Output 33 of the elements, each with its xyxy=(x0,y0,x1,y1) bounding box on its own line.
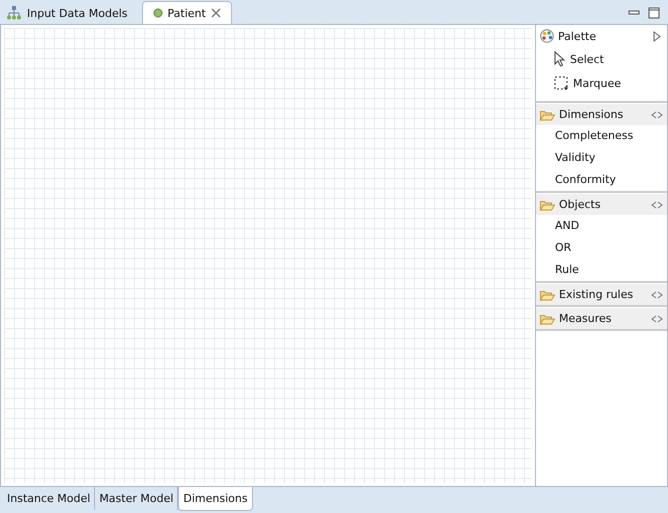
palette-icon xyxy=(540,29,554,43)
drawer-header[interactable]: Objects xyxy=(536,194,667,215)
pin-icon[interactable] xyxy=(651,200,663,208)
pin-icon[interactable] xyxy=(651,314,663,322)
folder-icon xyxy=(540,288,555,300)
drawer-header[interactable]: Dimensions xyxy=(536,104,667,125)
folder-icon xyxy=(540,108,555,120)
triangle-icon[interactable] xyxy=(653,30,661,42)
folder-icon xyxy=(540,198,555,210)
folder-icon xyxy=(540,312,555,324)
palette-item[interactable]: Conformity xyxy=(536,169,667,191)
palette-tool[interactable]: Select xyxy=(536,47,667,71)
page-tab[interactable]: Dimensions xyxy=(178,487,253,511)
drawer-header[interactable]: Measures xyxy=(536,308,667,329)
editor-tab[interactable]: Input Data Models xyxy=(2,2,136,24)
pointer-icon xyxy=(554,51,566,67)
hierarchy-icon xyxy=(6,6,22,20)
palette-item[interactable]: Completeness xyxy=(536,125,667,147)
palette-item[interactable]: Rule xyxy=(536,259,667,281)
palette-item[interactable]: OR xyxy=(536,237,667,259)
pin-icon[interactable] xyxy=(651,290,663,298)
status-dot-icon xyxy=(152,8,162,18)
palette-item[interactable]: AND xyxy=(536,215,667,237)
pin-icon[interactable] xyxy=(651,110,663,118)
marquee-icon xyxy=(554,76,569,90)
editor-tab[interactable]: Patient xyxy=(142,1,232,24)
page-tab[interactable]: Instance Model xyxy=(3,487,96,510)
palette-tool[interactable]: Marquee xyxy=(536,71,667,95)
palette-item[interactable]: Validity xyxy=(536,147,667,169)
palette-title: Palette xyxy=(558,30,598,42)
drawer-header[interactable]: Existing rules xyxy=(536,284,667,305)
maximize-icon[interactable] xyxy=(648,7,660,19)
close-icon[interactable] xyxy=(210,8,221,18)
